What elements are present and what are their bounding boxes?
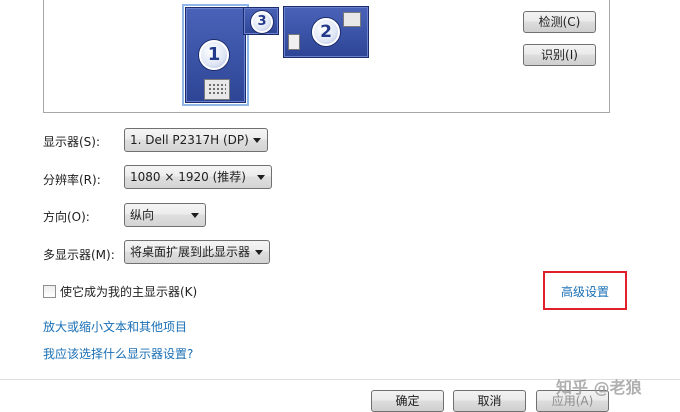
multi-display-select[interactable]: 将桌面扩展到此显示器 xyxy=(124,240,270,264)
orientation-select[interactable]: 纵向 xyxy=(124,203,206,227)
chevron-down-icon xyxy=(257,175,265,180)
display-settings-help-link[interactable]: 我应该选择什么显示器设置? xyxy=(43,345,193,362)
chevron-down-icon xyxy=(255,250,263,255)
monitor-3[interactable]: 3 xyxy=(243,7,279,35)
display-label: 显示器(S): xyxy=(43,135,101,149)
resolution-select[interactable]: 1080 × 1920 (推荐) xyxy=(124,165,272,189)
screen-icon xyxy=(343,12,361,27)
orientation-select-value: 纵向 xyxy=(130,208,155,222)
display-select-value: 1. Dell P2317H (DP) xyxy=(130,133,249,147)
resolution-select-value: 1080 × 1920 (推荐) xyxy=(130,170,246,184)
text-size-link[interactable]: 放大或缩小文本和其他项目 xyxy=(43,318,187,335)
resolution-label: 分辨率(R): xyxy=(43,173,101,187)
detect-button[interactable]: 检测(C) xyxy=(523,11,596,33)
monitor-number-badge: 1 xyxy=(199,40,229,70)
primary-display-checkbox[interactable] xyxy=(43,285,56,298)
cancel-button[interactable]: 取消 xyxy=(453,390,526,412)
orientation-label: 方向(O): xyxy=(43,210,90,224)
chevron-down-icon xyxy=(253,138,261,143)
multi-display-label: 多显示器(M): xyxy=(43,248,115,262)
primary-display-label[interactable]: 使它成为我的主显示器(K) xyxy=(60,283,197,300)
monitor-1[interactable]: 1 xyxy=(182,4,249,106)
advanced-settings-link[interactable]: 高级设置 xyxy=(561,283,609,300)
ok-button[interactable]: 确定 xyxy=(371,390,444,412)
monitor-number-badge: 3 xyxy=(251,11,273,33)
monitor-2[interactable]: 2 xyxy=(283,6,369,58)
chevron-down-icon xyxy=(191,213,199,218)
display-select[interactable]: 1. Dell P2317H (DP) xyxy=(124,128,268,152)
identify-button[interactable]: 识别(I) xyxy=(523,44,596,66)
device-icon xyxy=(288,34,300,50)
multi-display-select-value: 将桌面扩展到此显示器 xyxy=(130,245,251,259)
keypad-icon xyxy=(204,79,230,100)
watermark: 知乎 @老狼 xyxy=(556,378,642,397)
monitor-number-badge: 2 xyxy=(312,18,340,46)
